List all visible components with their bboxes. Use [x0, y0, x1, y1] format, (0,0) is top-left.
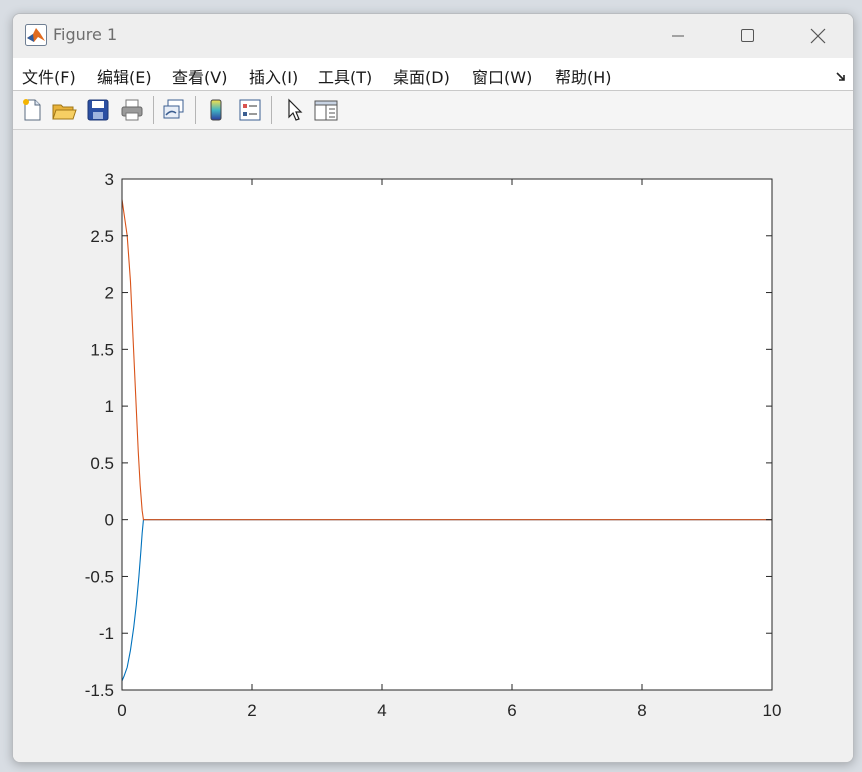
menu-tools[interactable]: 工具(T) — [318, 64, 372, 88]
menu-insert[interactable]: 插入(I) — [249, 64, 298, 88]
y-tick-label: 2.5 — [90, 227, 114, 246]
menu-edit[interactable]: 编辑(E) — [97, 64, 152, 88]
menu-help[interactable]: 帮助(H) — [555, 64, 612, 88]
menu-bar: 文件(F) 编辑(E) 查看(V) 插入(I) 工具(T) 桌面(D) 窗口(W… — [13, 58, 853, 90]
x-tick-label: 4 — [377, 701, 386, 720]
y-tick-label: 0.5 — [90, 454, 114, 473]
toolbar-separator — [195, 96, 196, 124]
x-tick-label: 6 — [507, 701, 516, 720]
open-file-icon[interactable] — [51, 97, 77, 123]
menu-desktop[interactable]: 桌面(D) — [393, 64, 450, 88]
axes-background — [122, 179, 772, 690]
menu-window[interactable]: 窗口(W) — [472, 64, 532, 88]
save-icon[interactable] — [85, 97, 111, 123]
x-tick-label: 10 — [763, 701, 782, 720]
y-tick-label: 1 — [105, 397, 114, 416]
minimize-icon — [672, 35, 684, 37]
x-tick-label: 0 — [117, 701, 126, 720]
new-figure-icon[interactable] — [19, 97, 45, 123]
toolbar — [13, 91, 853, 130]
print-icon[interactable] — [119, 97, 145, 123]
window-title: Figure 1 — [53, 25, 118, 44]
figure-canvas: 0 2 4 6 8 10 3 2.5 2 1.5 1 0.5 0 -0.5 -1 -1.5 — [13, 130, 853, 762]
title-bar[interactable]: Figure 1 — [13, 14, 853, 58]
close-button[interactable] — [795, 14, 841, 58]
figure-window: Figure 1 文件(F) 编辑(E) 查看(V) 插入(I) 工具(T) 桌… — [12, 13, 854, 763]
toolbar-separator — [271, 96, 272, 124]
insert-colorbar-icon[interactable] — [203, 97, 229, 123]
close-icon — [810, 28, 826, 44]
y-tick-label: -1 — [99, 624, 114, 643]
y-tick-label: 0 — [105, 511, 114, 530]
y-tick-label: 2 — [105, 284, 114, 303]
y-tick-label: -1.5 — [85, 681, 114, 700]
edit-plot-arrow-icon[interactable] — [281, 97, 307, 123]
dock-arrow-icon[interactable] — [835, 68, 847, 87]
y-tick-label: 1.5 — [90, 340, 114, 359]
x-tick-label: 8 — [637, 701, 646, 720]
link-plot-icon[interactable] — [161, 97, 187, 123]
menu-view[interactable]: 查看(V) — [172, 64, 227, 88]
y-tick-label: -0.5 — [85, 567, 114, 586]
matlab-app-icon — [25, 24, 47, 46]
maximize-button[interactable] — [724, 14, 770, 58]
line-plot[interactable]: 0 2 4 6 8 10 3 2.5 2 1.5 1 0.5 0 -0.5 -1 -1.5 — [13, 130, 853, 762]
minimize-button[interactable] — [655, 14, 701, 58]
x-tick-label: 2 — [247, 701, 256, 720]
menu-file[interactable]: 文件(F) — [22, 64, 76, 88]
insert-legend-icon[interactable] — [237, 97, 263, 123]
toolbar-separator — [153, 96, 154, 124]
maximize-icon — [741, 29, 754, 42]
property-inspector-icon[interactable] — [313, 97, 339, 123]
y-tick-label: 3 — [105, 170, 114, 189]
